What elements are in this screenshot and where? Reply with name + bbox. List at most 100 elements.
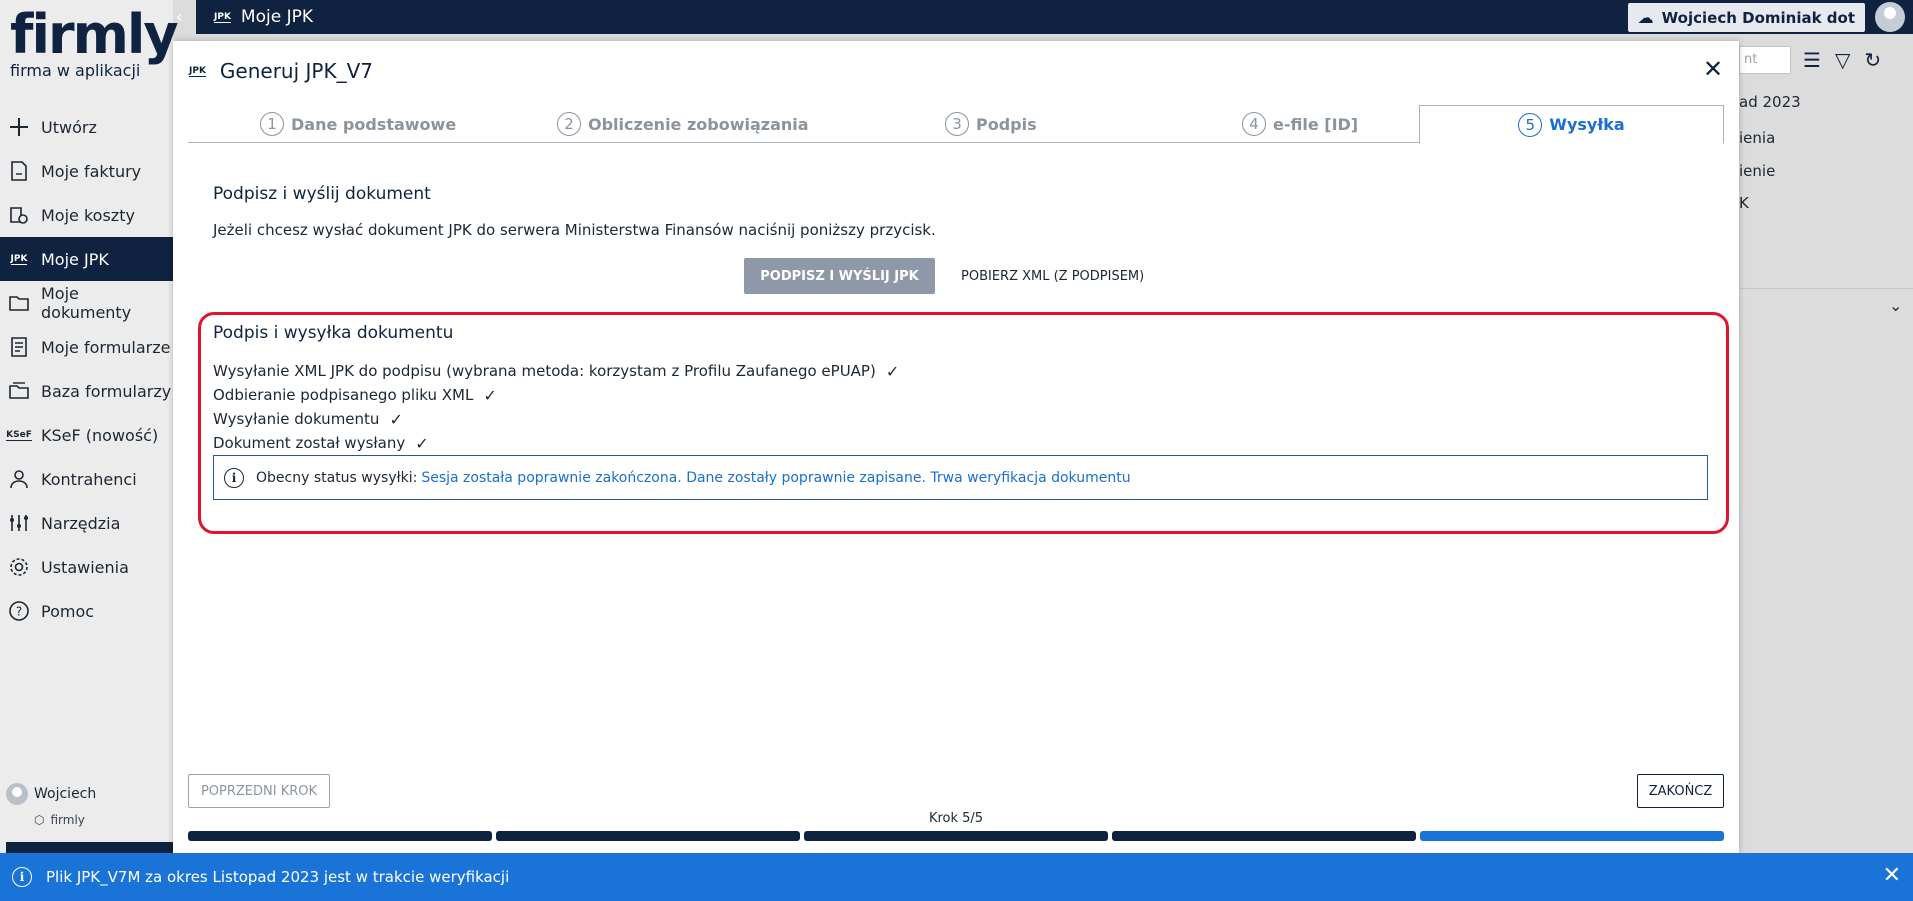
background-content: nt ☰ ▽ ↻ ad 2023 ienia ienie K ⌄ (1739, 40, 1913, 900)
section-title: Podpisz i wyślij dokument (213, 184, 431, 204)
download-xml-link[interactable]: POBIERZ XML (Z PODPISEM) (961, 258, 1144, 294)
gear-icon (8, 556, 30, 578)
user-name: Wojciech (34, 786, 97, 802)
sidebar-item-label: Moje koszty (41, 205, 135, 225)
sidebar-item-tools[interactable]: Narzędzia (0, 501, 173, 545)
wizard-step-5[interactable]: 5 Wysyłka (1419, 105, 1724, 144)
sidebar-item-costs[interactable]: Moje koszty (0, 193, 173, 237)
sidebar-item-documents[interactable]: Moje dokumenty (0, 281, 173, 325)
close-icon[interactable]: ✕ (1701, 57, 1725, 81)
background-text: ienie (1739, 162, 1776, 180)
background-text: K (1739, 194, 1749, 212)
refresh-icon[interactable]: ↻ (1864, 48, 1881, 72)
info-icon: i (12, 867, 32, 887)
notification-text: Plik JPK_V7M za okres Listopad 2023 jest… (46, 868, 510, 886)
jpk-icon: JPK (10, 253, 28, 265)
sidebar-item-contractors[interactable]: Kontrahenci (0, 457, 173, 501)
chevron-down-icon[interactable]: ⌄ (1889, 296, 1902, 315)
status-label: Obecny status wysyłki: (256, 469, 418, 486)
section-description: Jeżeli chcesz wysłać dokument JPK do ser… (213, 221, 936, 239)
progress-segment (1420, 831, 1724, 841)
panel-title: Podpis i wysyłka dokumentu (213, 323, 454, 343)
status-value: Sesja została poprawnie zakończona. Dane… (421, 469, 1131, 486)
sidebar-item-invoices[interactable]: Moje faktury (0, 149, 173, 193)
search-input[interactable]: nt (1739, 46, 1791, 74)
dialog-title: Generuj JPK_V7 (219, 59, 373, 83)
previous-step-button[interactable]: POPRZEDNI KROK (188, 774, 330, 808)
avatar[interactable] (1875, 2, 1905, 32)
cube-icon: ⬡ (34, 813, 45, 827)
sign-and-send-button[interactable]: PODPISZ I WYŚLIJ JPK (744, 258, 935, 294)
form-icon (8, 336, 30, 358)
checkmark-icon: ✓ (885, 361, 900, 381)
forms-base-icon (8, 380, 30, 402)
sliders-icon[interactable]: ☰ (1803, 48, 1821, 72)
jpk-icon: JPK (214, 11, 231, 23)
sidebar-item-label: Ustawienia (41, 557, 129, 577)
cloud-icon: ☁ (1637, 8, 1654, 27)
topbar: JPK Moje JPK ☁ Wojciech Dominiak dot (196, 0, 1913, 34)
list-item: Wysyłanie XML JPK do podpisu (wybrana me… (213, 361, 900, 381)
wizard-progress-bar (188, 831, 1724, 841)
user-account-name: Wojciech Dominiak dot (1661, 8, 1855, 27)
collapse-sidebar-icon[interactable]: ‹ (176, 6, 190, 28)
status-message: i Obecny status wysyłki: Sesja została p… (213, 455, 1708, 500)
close-icon[interactable]: ✕ (1883, 865, 1901, 887)
folder-icon (8, 292, 30, 314)
sidebar-item-forms-base[interactable]: Baza formularzy (0, 369, 173, 413)
sidebar-item-label: Kontrahenci (41, 469, 137, 489)
costs-icon (8, 204, 30, 226)
toolbar-icons: ☰ ▽ ↻ (1803, 48, 1881, 72)
background-text: ad 2023 (1739, 93, 1801, 111)
jpk-icon: JPK (189, 65, 206, 77)
wizard-step-1[interactable]: 1 Dane podstawowe (260, 105, 456, 143)
progress-checklist: Wysyłanie XML JPK do podpisu (wybrana me… (213, 359, 899, 455)
sidebar-item-my-jpk[interactable]: JPK Moje JPK (0, 237, 173, 281)
svg-text:?: ? (16, 605, 22, 619)
sidebar-item-ksef[interactable]: KSeF KSeF (nowość) (0, 413, 173, 457)
finish-button[interactable]: ZAKOŃCZ (1637, 774, 1724, 808)
sidebar-item-help[interactable]: ? Pomoc (0, 589, 173, 633)
help-icon: ? (8, 600, 30, 622)
wizard-step-4[interactable]: 4 e-file [ID] (1242, 105, 1358, 143)
sidebar-item-label: KSeF (nowość) (41, 425, 159, 445)
sidebar-item-forms[interactable]: Moje formularze (0, 325, 173, 369)
sidebar-item-label: Narzędzia (41, 513, 121, 533)
sidebar-item-label: Baza formularzy (41, 381, 172, 401)
sidebar-nav: Utwórz Moje faktury Moje koszty JPK Moje… (0, 105, 173, 633)
list-item: Wysyłanie dokumentu ✓ (213, 409, 403, 429)
invoice-icon (8, 160, 30, 182)
company-name: firmly (50, 813, 85, 827)
avatar (6, 783, 28, 805)
sidebar-item-label: Moje JPK (41, 249, 109, 269)
step-counter: Krok 5/5 (928, 811, 984, 826)
wizard-stepper: 1 Dane podstawowe 2 Obliczenie zobowiąza… (188, 105, 1724, 144)
sidebar-item-create[interactable]: Utwórz (0, 105, 173, 149)
filter-icon[interactable]: ▽ (1835, 48, 1850, 72)
page-title: JPK Moje JPK (214, 7, 313, 27)
wizard-step-2[interactable]: 2 Obliczenie zobowiązania (557, 105, 809, 143)
tools-icon (8, 512, 30, 534)
logo-wordmark: firmly (10, 3, 179, 66)
notification-bar: i Plik JPK_V7M za okres Listopad 2023 je… (0, 853, 1913, 901)
sidebar-item-settings[interactable]: Ustawienia (0, 545, 173, 589)
sidebar-item-label: Moje faktury (41, 161, 142, 181)
sidebar-item-label: Utwórz (41, 117, 97, 137)
progress-segment (188, 831, 492, 841)
dialog-header: JPK Generuj JPK_V7 (189, 59, 373, 83)
sidebar-item-label: Moje dokumenty (41, 284, 132, 322)
ksef-icon: KSeF (6, 429, 32, 441)
wizard-step-3[interactable]: 3 Podpis (945, 105, 1037, 143)
sign-and-send-status-panel: Podpis i wysyłka dokumentu Wysyłanie XML… (198, 312, 1729, 534)
user-account-chip[interactable]: ☁ Wojciech Dominiak dot (1627, 3, 1865, 32)
progress-segment (804, 831, 1108, 841)
logo[interactable]: firmly firma w aplikacji (10, 3, 179, 80)
progress-segment (496, 831, 800, 841)
plus-icon (8, 116, 30, 138)
background-text: ienia (1739, 129, 1776, 147)
sidebar-item-label: Moje formularze (41, 337, 171, 357)
checkmark-icon: ✓ (389, 409, 403, 429)
checkmark-icon: ✓ (415, 433, 429, 453)
sidebar-user[interactable]: Wojciech ⬡ firmly (6, 783, 96, 827)
generate-jpk-dialog: JPK Generuj JPK_V7 ✕ 1 Dane podstawowe 2… (173, 41, 1739, 853)
